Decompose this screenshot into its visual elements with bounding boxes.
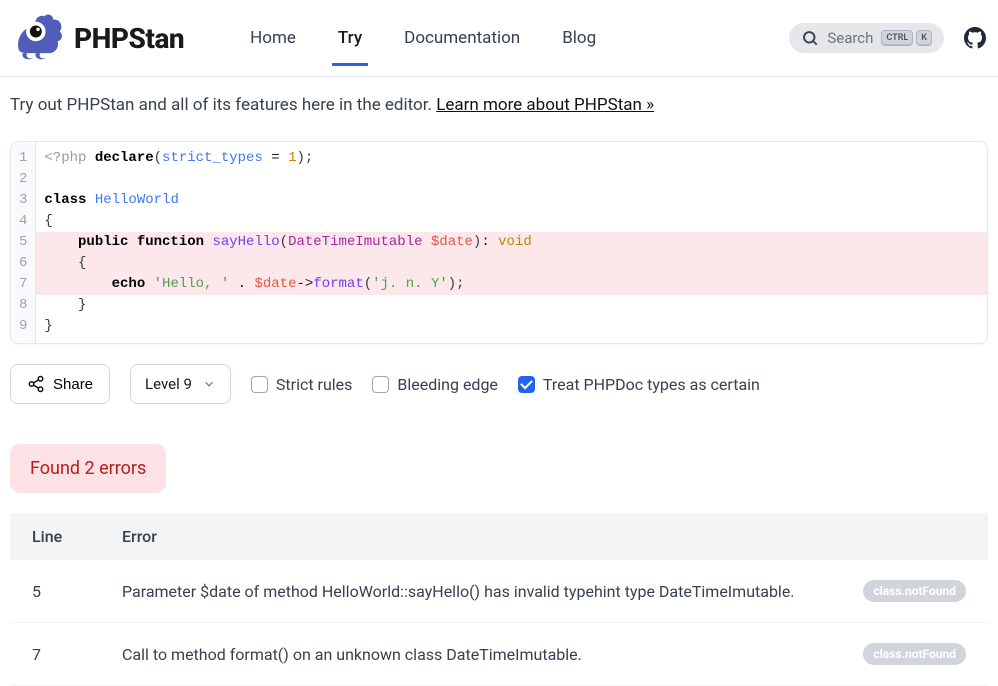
line-number: 2	[11, 169, 35, 190]
error-message: Parameter $date of method HelloWorld::sa…	[100, 560, 838, 623]
share-icon	[27, 375, 45, 393]
line-number: 7	[11, 274, 35, 295]
code-line[interactable]: {	[36, 211, 987, 232]
error-row[interactable]: 5Parameter $date of method HelloWorld::s…	[10, 560, 988, 623]
line-number: 4	[11, 211, 35, 232]
checkbox-treat-phpdoc-types-as-certain[interactable]: Treat PHPDoc types as certain	[518, 375, 760, 394]
code-line[interactable]: echo 'Hello, ' . $date->format('j. n. Y'…	[36, 274, 987, 295]
search-placeholder: Search	[827, 29, 873, 47]
line-gutter: 123456789	[11, 142, 36, 343]
checkbox-bleeding-edge[interactable]: Bleeding edge	[372, 375, 498, 394]
error-row[interactable]: 7Call to method format() on an unknown c…	[10, 623, 988, 686]
code-body[interactable]: <?php declare(strict_types = 1); class He…	[36, 142, 987, 343]
code-editor[interactable]: 123456789 <?php declare(strict_types = 1…	[10, 141, 988, 344]
errors-table: Line Error 5Parameter $date of method He…	[10, 513, 988, 686]
learn-more-link[interactable]: Learn more about PHPStan »	[436, 95, 654, 115]
checkbox-icon	[372, 376, 389, 393]
line-number: 9	[11, 316, 35, 337]
brand-name: PHPStan	[74, 22, 184, 55]
result-summary-badge: Found 2 errors	[10, 444, 166, 493]
search-icon	[801, 29, 819, 47]
nav-blog[interactable]: Blog	[556, 10, 602, 66]
share-button[interactable]: Share	[10, 364, 110, 404]
checkbox-icon	[518, 376, 535, 393]
line-number: 8	[11, 295, 35, 316]
search-shortcut: CTRL K	[881, 30, 932, 46]
checkbox-icon	[251, 376, 268, 393]
chevron-down-icon	[202, 377, 216, 391]
code-line[interactable]: class HelloWorld	[36, 190, 987, 211]
code-line[interactable]: public function sayHello(DateTimeImutabl…	[36, 232, 987, 253]
logo[interactable]: PHPStan	[12, 14, 184, 62]
line-number: 1	[11, 148, 35, 169]
col-error: Error	[100, 513, 838, 560]
nav-home[interactable]: Home	[244, 10, 302, 66]
header-right: Search CTRL K	[789, 23, 986, 53]
error-message: Call to method format() on an unknown cl…	[100, 623, 838, 686]
error-identifier-badge[interactable]: class.notFound	[863, 580, 966, 602]
intro-text: Try out PHPStan and all of its features …	[0, 77, 998, 121]
editor-controls: Share Level 9 Strict rules Bleeding edge T…	[0, 344, 998, 424]
error-line: 5	[10, 560, 100, 623]
checkbox-strict-rules[interactable]: Strict rules	[251, 375, 353, 394]
error-line: 7	[10, 623, 100, 686]
col-line: Line	[10, 513, 100, 560]
level-select[interactable]: Level 9	[130, 364, 231, 404]
code-line[interactable]: }	[36, 295, 987, 316]
nav-try[interactable]: Try	[332, 10, 368, 66]
nav-documentation[interactable]: Documentation	[398, 10, 526, 66]
line-number: 3	[11, 190, 35, 211]
code-line[interactable]: {	[36, 253, 987, 274]
line-number: 5	[11, 232, 35, 253]
error-identifier-badge[interactable]: class.notFound	[863, 643, 966, 665]
search-input[interactable]: Search CTRL K	[789, 23, 944, 53]
phpstan-logo-icon	[12, 14, 64, 62]
header: PHPStan Home Try Documentation Blog Search …	[0, 0, 998, 77]
github-icon[interactable]	[964, 27, 986, 49]
code-line[interactable]: <?php declare(strict_types = 1);	[36, 148, 987, 169]
line-number: 6	[11, 253, 35, 274]
main-nav: Home Try Documentation Blog	[244, 10, 602, 66]
code-line[interactable]: }	[36, 316, 987, 337]
code-line[interactable]	[36, 169, 987, 190]
